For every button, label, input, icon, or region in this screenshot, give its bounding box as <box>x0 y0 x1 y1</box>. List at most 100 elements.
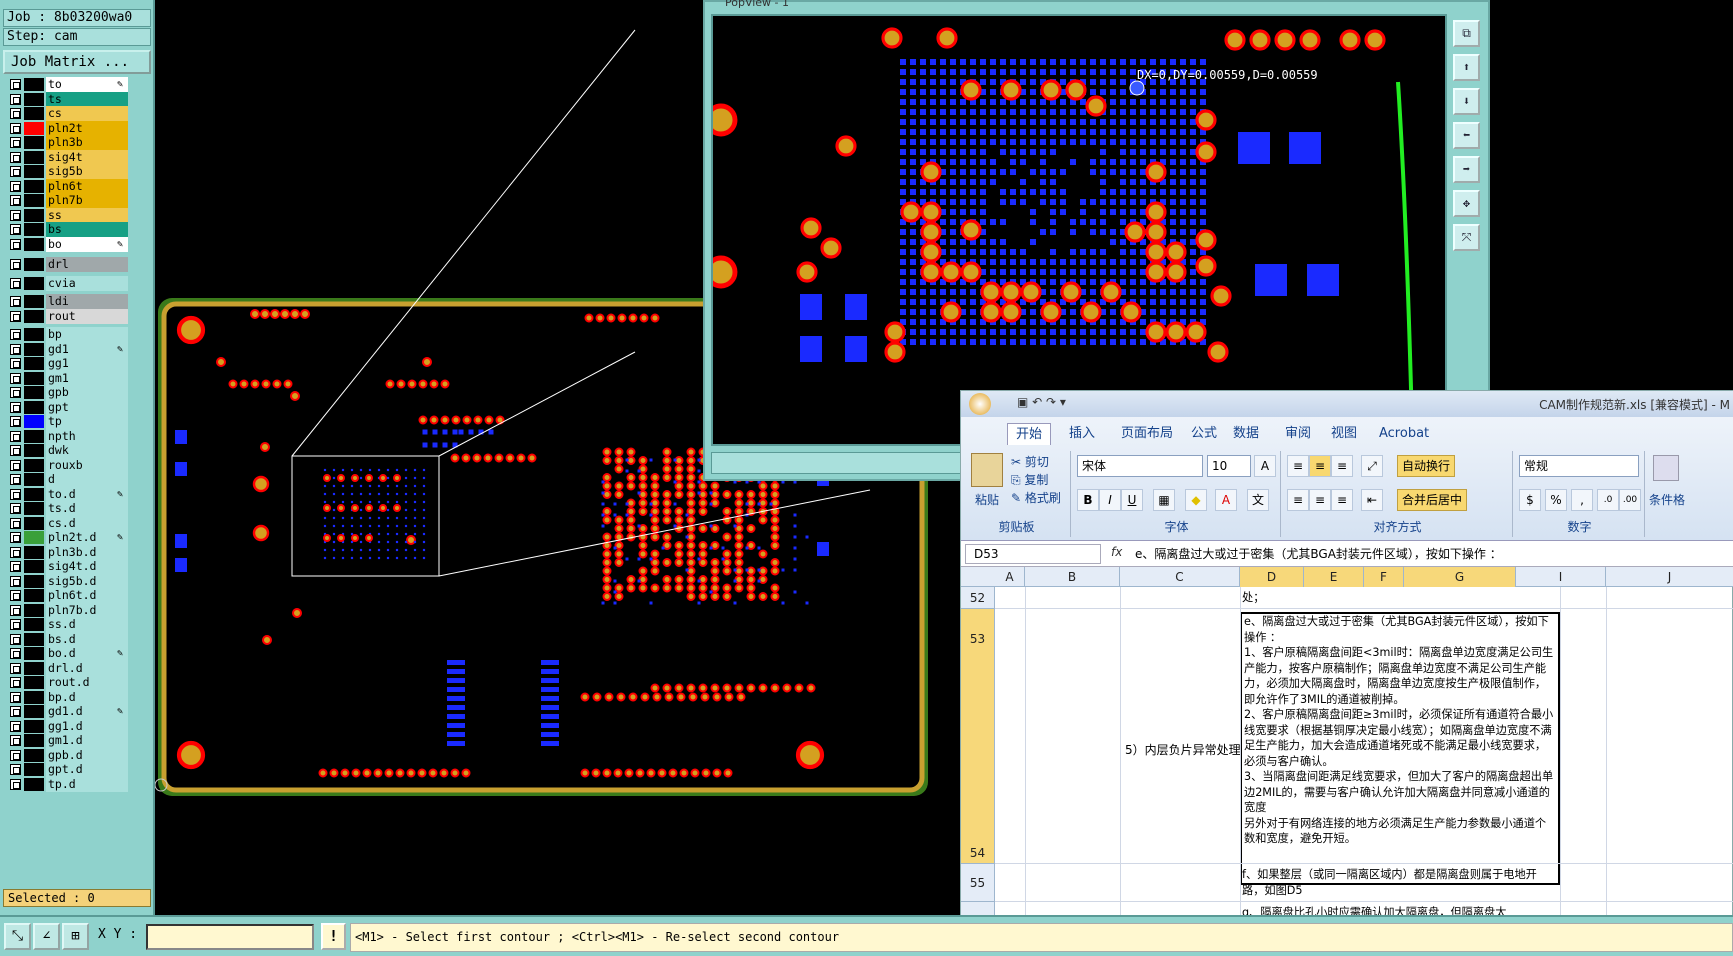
row-header[interactable]: 54 <box>961 842 995 864</box>
layer-row[interactable]: bo.d ✎ <box>6 646 124 661</box>
fill-color-icon[interactable]: ◆ <box>1185 489 1207 511</box>
orientation-icon[interactable]: ⤢ <box>1361 455 1383 477</box>
column-header[interactable]: D <box>1240 567 1304 587</box>
column-header[interactable]: J <box>1606 567 1733 587</box>
layer-row[interactable]: npth <box>6 429 124 444</box>
layer-name[interactable]: gg1 <box>46 356 128 371</box>
layer-color-swatch[interactable] <box>24 633 44 646</box>
layer-name[interactable]: cs <box>46 106 128 121</box>
align-top-icon[interactable]: ≡ <box>1287 455 1309 477</box>
layer-color-swatch[interactable] <box>24 136 44 149</box>
layer-color-swatch[interactable] <box>24 691 44 704</box>
column-header[interactable]: I <box>1516 567 1606 587</box>
layer-color-swatch[interactable] <box>24 502 44 515</box>
layer-row[interactable]: bp.d <box>6 690 124 705</box>
layer-checkbox[interactable] <box>10 224 21 235</box>
layer-name[interactable]: dwk <box>46 443 128 458</box>
layer-checkbox[interactable] <box>10 779 21 790</box>
merge-center-button[interactable]: 合并后居中 <box>1397 489 1467 511</box>
ribbon-tab[interactable]: 开始 <box>1007 423 1051 445</box>
layer-checkbox[interactable] <box>10 503 21 514</box>
layer-checkbox[interactable] <box>10 706 21 717</box>
layer-name[interactable]: ts <box>46 92 128 107</box>
layer-color-swatch[interactable] <box>24 647 44 660</box>
layer-name[interactable]: gg1.d <box>46 719 128 734</box>
layer-color-swatch[interactable] <box>24 107 44 120</box>
cell-d[interactable]: e、隔离盘过大或过于密集（尤其BGA封装元件区域），按如下操作 ： 1、客户原稿… <box>1240 612 1560 885</box>
layer-checkbox[interactable] <box>10 195 21 206</box>
layer-row[interactable]: pln3b <box>6 135 124 150</box>
layer-row[interactable]: drl <box>6 257 124 272</box>
copy-button[interactable]: ⎘ 复制 <box>1011 471 1048 488</box>
layer-row[interactable]: pln7b <box>6 193 124 208</box>
decrease-decimal-icon[interactable]: .00 <box>1619 489 1641 511</box>
measure-angle-icon[interactable]: ∠ <box>33 923 60 950</box>
layer-row[interactable]: ss <box>6 208 124 223</box>
layer-checkbox[interactable] <box>10 634 21 645</box>
layer-color-swatch[interactable] <box>24 78 44 91</box>
layer-row[interactable]: pln2t.d ✎ <box>6 530 124 545</box>
layer-name[interactable]: d <box>46 472 128 487</box>
layer-color-swatch[interactable] <box>24 488 44 501</box>
layer-row[interactable]: rout <box>6 309 124 324</box>
layer-color-swatch[interactable] <box>24 343 44 356</box>
layer-color-swatch[interactable] <box>24 734 44 747</box>
layer-row[interactable]: gg1.d <box>6 719 124 734</box>
layer-color-swatch[interactable] <box>24 122 44 135</box>
layer-name[interactable]: cs.d <box>46 516 128 531</box>
layer-name[interactable]: gpt <box>46 400 128 415</box>
layer-name[interactable]: drl.d <box>46 661 128 676</box>
layer-checkbox[interactable] <box>10 605 21 616</box>
layer-row[interactable]: gpb.d <box>6 748 124 763</box>
layer-color-swatch[interactable] <box>24 676 44 689</box>
layer-color-swatch[interactable] <box>24 430 44 443</box>
paste-button[interactable]: 粘贴 <box>975 491 999 508</box>
layer-row[interactable]: dwk <box>6 443 124 458</box>
sheet-grid[interactable]: 52 处； 53 5）内层负片异常处理 e、隔离盘过大或过于密集（尤其BGA封装元件区域… <box>961 587 1733 956</box>
layer-name[interactable]: bs.d <box>46 632 128 647</box>
layer-checkbox[interactable] <box>10 387 21 398</box>
layer-row[interactable]: cs <box>6 106 124 121</box>
layer-checkbox[interactable] <box>10 79 21 90</box>
underline-icon[interactable]: U <box>1121 489 1143 511</box>
layer-name[interactable]: bp <box>46 327 128 342</box>
layer-color-swatch[interactable] <box>24 589 44 602</box>
layer-checkbox[interactable] <box>10 663 21 674</box>
zoom-window-icon[interactable]: ⧉ <box>1453 20 1480 47</box>
row-header[interactable]: 53 <box>961 609 995 864</box>
layer-checkbox[interactable] <box>10 735 21 746</box>
layer-row[interactable]: rout.d <box>6 675 124 690</box>
layer-name[interactable]: sig4t <box>46 150 128 165</box>
italic-icon[interactable]: I <box>1099 489 1121 511</box>
layer-checkbox[interactable] <box>10 474 21 485</box>
cut-button[interactable]: ✂ 剪切 <box>1011 453 1049 470</box>
align-right-icon[interactable]: ≡ <box>1331 489 1353 511</box>
layer-name[interactable]: bo <box>46 237 128 252</box>
layer-color-swatch[interactable] <box>24 372 44 385</box>
layer-color-swatch[interactable] <box>24 575 44 588</box>
bold-icon[interactable]: B <box>1077 489 1099 511</box>
conditional-format-button[interactable]: 条件格 <box>1649 491 1685 508</box>
layer-color-swatch[interactable] <box>24 444 44 457</box>
layer-name[interactable]: pln6t.d <box>46 588 128 603</box>
layer-row[interactable]: ldi <box>6 294 124 309</box>
layer-color-swatch[interactable] <box>24 223 44 236</box>
layer-row[interactable]: ss.d <box>6 617 124 632</box>
xy-input[interactable] <box>146 924 314 950</box>
layer-color-swatch[interactable] <box>24 763 44 776</box>
layer-name[interactable]: to.d <box>46 487 128 502</box>
layer-color-swatch[interactable] <box>24 180 44 193</box>
zoom-fit-icon[interactable]: ✥ <box>1453 190 1480 217</box>
layer-name[interactable]: ldi <box>46 294 128 309</box>
layer-checkbox[interactable] <box>10 329 21 340</box>
layer-checkbox[interactable] <box>10 677 21 688</box>
layer-row[interactable]: ts <box>6 92 124 107</box>
layer-color-swatch[interactable] <box>24 546 44 559</box>
layer-color-swatch[interactable] <box>24 618 44 631</box>
layer-color-swatch[interactable] <box>24 258 44 271</box>
layer-color-swatch[interactable] <box>24 209 44 222</box>
layer-checkbox[interactable] <box>10 460 21 471</box>
layer-name[interactable]: pln3b.d <box>46 545 128 560</box>
layer-checkbox[interactable] <box>10 561 21 572</box>
layer-row[interactable]: pln7b.d <box>6 603 124 618</box>
